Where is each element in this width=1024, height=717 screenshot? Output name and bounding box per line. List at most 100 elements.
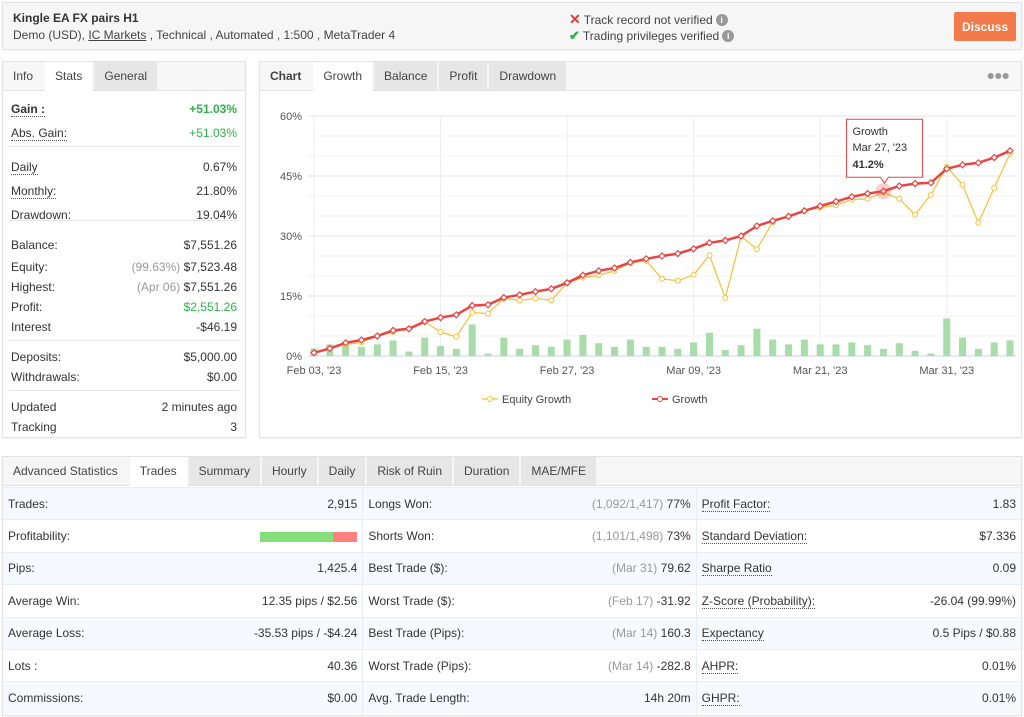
stat-label-cell: Longs Won: xyxy=(362,486,543,520)
equity-point[interactable] xyxy=(959,181,966,188)
stat-value-cell: (1,092/1,417) 77% xyxy=(542,486,697,520)
advanced-tabs: Advanced Statistics Trades Summary Hourly D… xyxy=(3,457,1021,486)
stat-label-cell: Worst Trade (Pips): xyxy=(362,648,543,682)
more-options-icon[interactable]: ●●● xyxy=(987,67,1010,83)
stat-value-text: 0.67% xyxy=(202,160,237,174)
divider xyxy=(9,220,239,221)
stat-row: Daily 0.67% xyxy=(11,160,237,175)
stat-value-cell: 12.35 pips / $2.56 xyxy=(203,584,364,618)
x-tick-label: Feb 27, '23 xyxy=(540,365,595,377)
stat-label: Daily xyxy=(11,160,38,175)
stat-value-text: 2 minutes ago xyxy=(161,400,237,414)
volume-bar xyxy=(626,339,634,356)
stat-label: Profit: xyxy=(11,300,43,314)
equity-point[interactable] xyxy=(548,297,555,304)
equity-point[interactable] xyxy=(975,219,982,226)
tab-general[interactable]: General xyxy=(94,62,158,90)
volume-bar xyxy=(437,346,445,356)
equity-point[interactable] xyxy=(485,310,491,317)
growth-point[interactable] xyxy=(958,160,967,169)
equity-point[interactable] xyxy=(437,329,444,335)
equity-point[interactable] xyxy=(722,295,729,301)
legend-item[interactable]: Equity Growth xyxy=(502,394,571,406)
stat-label-cell: AHPR: xyxy=(696,648,887,682)
equity-point[interactable] xyxy=(469,309,476,316)
stat-value: -282.8 xyxy=(656,658,691,673)
growth-point[interactable] xyxy=(658,252,666,260)
growth-point[interactable] xyxy=(721,236,730,245)
volume-bar xyxy=(911,350,919,356)
stat-value-cell xyxy=(203,519,364,553)
growth-point[interactable] xyxy=(911,179,919,188)
tab-duration[interactable]: Duration xyxy=(454,457,520,485)
equity-point[interactable] xyxy=(659,275,665,282)
legend-marker xyxy=(487,396,493,402)
growth-point[interactable] xyxy=(974,158,983,167)
tab-daily[interactable]: Daily xyxy=(318,457,366,485)
equity-point[interactable] xyxy=(927,191,934,198)
equity-point[interactable] xyxy=(753,246,760,253)
info-icon[interactable]: i xyxy=(715,13,728,26)
tab-risk-of-ruin[interactable]: Risk of Ruin xyxy=(367,457,453,485)
profitability-win-fill xyxy=(260,531,334,542)
stat-note: (Feb 17) xyxy=(607,593,654,608)
tab-info[interactable]: Info xyxy=(3,62,43,90)
equity-point[interactable] xyxy=(690,271,697,278)
check-icon: ✔ xyxy=(569,28,580,43)
tab-hourly[interactable]: Hourly xyxy=(261,457,317,485)
info-icon[interactable]: i xyxy=(722,30,735,42)
volume-bar xyxy=(816,344,824,356)
trading-privileges-status: ✔ Trading privileges verified i xyxy=(569,28,735,44)
stat-value-text: 3 xyxy=(230,420,237,434)
stat-label: GHPR: xyxy=(701,691,740,707)
x-tick-label: Mar 31, '23 xyxy=(919,365,974,377)
stat-row: Tracking 3 xyxy=(11,420,237,434)
stat-value: 3 xyxy=(230,420,237,434)
tab-trades[interactable]: Trades xyxy=(129,457,187,486)
stat-label: Abs. Gain: xyxy=(11,126,68,141)
growth-point[interactable] xyxy=(515,290,524,299)
stat-value: -$46.19 xyxy=(196,320,237,334)
account-details: , Technical , Automated , 1:500 , MetaTr… xyxy=(146,28,396,42)
equity-point[interactable] xyxy=(532,295,539,302)
stat-row: Monthly: 21.80% xyxy=(11,184,237,199)
stat-value: 14h 20m xyxy=(643,691,691,706)
equity-point[interactable] xyxy=(453,333,460,340)
stat-value: 2 minutes ago xyxy=(162,400,237,414)
tab-profit[interactable]: Profit xyxy=(439,62,488,90)
advanced-stats-table: Trades: 2,915 Longs Won: (1,092/1,417) 77% P… xyxy=(3,486,1021,715)
legend-marker xyxy=(657,396,663,402)
stat-value-cell: 0.01% xyxy=(886,681,1021,715)
stat-value: -31.92 xyxy=(656,593,691,608)
tab-stats[interactable]: Stats xyxy=(45,62,93,91)
growth-point[interactable] xyxy=(895,182,904,190)
equity-point[interactable] xyxy=(991,185,998,191)
growth-point[interactable] xyxy=(594,266,603,275)
equity-point[interactable] xyxy=(706,252,713,259)
stat-value-text: $7,551.26 xyxy=(183,238,237,252)
tab-drawdown[interactable]: Drawdown xyxy=(489,62,567,90)
tab-summary[interactable]: Summary xyxy=(188,457,260,485)
account-type: Demo (USD), xyxy=(13,28,89,42)
table-row: Average Win: 12.35 pips / $2.56 Worst Trad… xyxy=(3,584,1021,618)
stat-value-cell: (Mar 14) -282.8 xyxy=(542,648,697,682)
equity-point[interactable] xyxy=(912,211,919,218)
discuss-button[interactable]: Discuss xyxy=(954,12,1016,41)
tab-balance[interactable]: Balance xyxy=(374,62,438,90)
equity-point[interactable] xyxy=(516,297,523,304)
stat-value: -26.04 (99.99%) xyxy=(929,593,1016,608)
growth-point[interactable] xyxy=(531,287,540,296)
tab-mae-mfe[interactable]: MAE/MFE xyxy=(521,457,597,485)
legend-item[interactable]: Growth xyxy=(672,394,707,406)
equity-point[interactable] xyxy=(674,277,681,284)
stat-label: Worst Trade ($): xyxy=(368,593,455,608)
stat-label: Trades: xyxy=(8,496,49,511)
tab-growth[interactable]: Growth xyxy=(313,62,373,91)
volume-bar xyxy=(769,339,777,356)
broker-link[interactable]: IC Markets xyxy=(88,28,146,42)
stat-label: Profitability: xyxy=(8,529,71,544)
stat-value-cell: (Feb 17) -31.92 xyxy=(542,584,697,618)
stat-value-text: 21.80% xyxy=(196,184,237,198)
equity-point[interactable] xyxy=(896,195,903,202)
stat-value-cell: 14h 20m xyxy=(542,681,697,715)
